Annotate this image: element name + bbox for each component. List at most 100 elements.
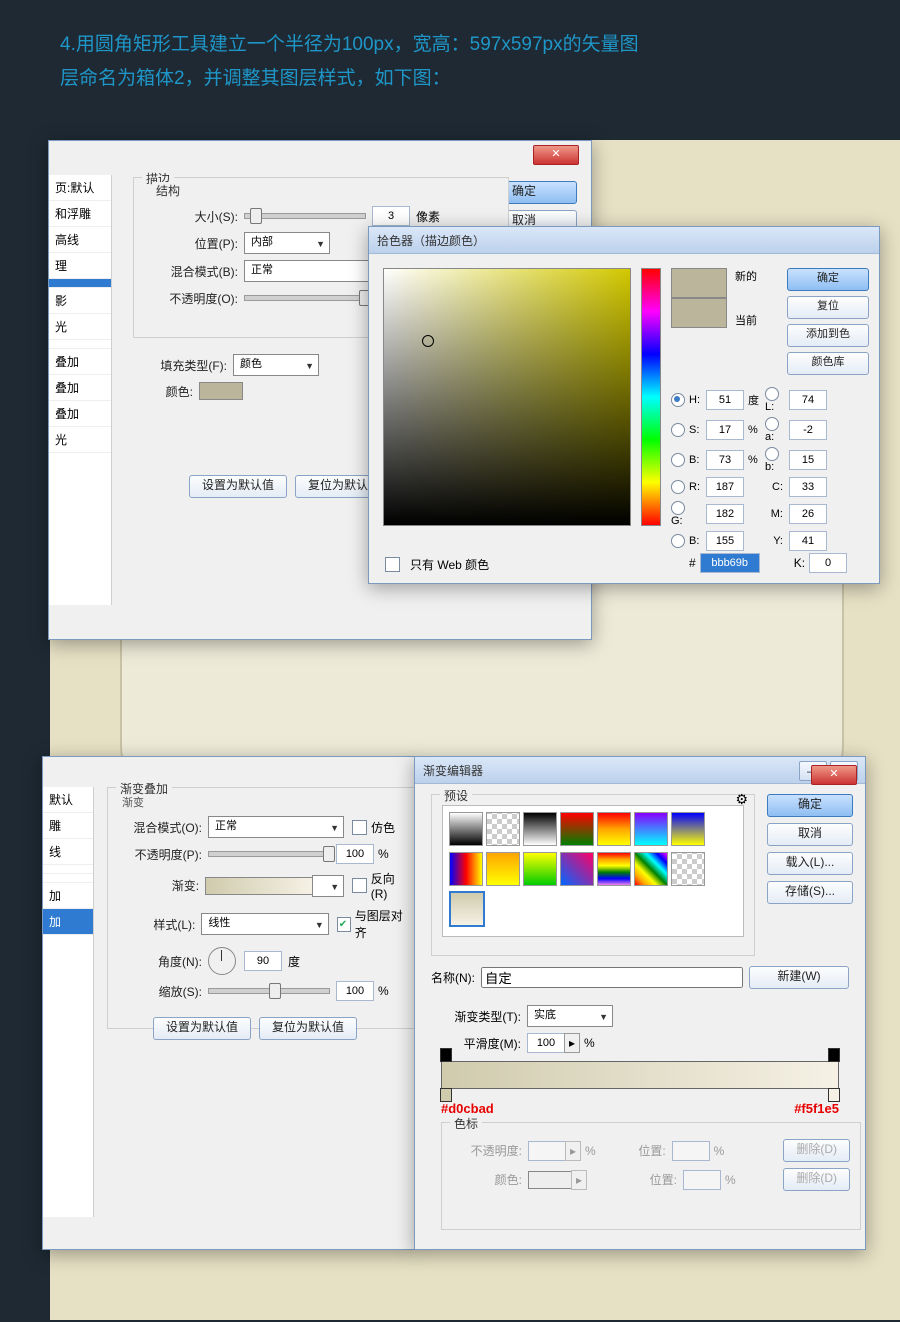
ge-load-button[interactable]: 载入(L)...: [767, 852, 853, 875]
preset-item[interactable]: [671, 812, 705, 846]
radio-g[interactable]: [671, 501, 685, 515]
sidebar-item[interactable]: [43, 865, 93, 874]
ge-smooth-value[interactable]: 100: [527, 1033, 565, 1053]
gradient-bar[interactable]: [441, 1061, 839, 1089]
sidebar-item-selected[interactable]: 加: [43, 909, 93, 935]
size-value[interactable]: 3: [372, 206, 410, 226]
size-slider[interactable]: [244, 213, 366, 219]
preset-item[interactable]: [523, 812, 557, 846]
opacity-stop-right[interactable]: [828, 1048, 840, 1062]
sidebar-item[interactable]: [43, 874, 93, 883]
color-swatch[interactable]: [199, 382, 243, 400]
a-value[interactable]: -2: [789, 420, 827, 440]
radio-b[interactable]: [671, 453, 685, 467]
go-opacity-slider[interactable]: [208, 851, 330, 857]
sidebar-item[interactable]: 页:默认: [49, 175, 111, 201]
preset-grid[interactable]: [442, 805, 744, 937]
r-value[interactable]: 187: [706, 477, 744, 497]
radio-bb[interactable]: [765, 447, 779, 461]
align-checkbox[interactable]: [337, 917, 351, 932]
sidebar-item[interactable]: 理: [49, 253, 111, 279]
ge-save-button[interactable]: 存储(S)...: [767, 881, 853, 904]
color-field[interactable]: [383, 268, 631, 526]
g-value[interactable]: 182: [706, 504, 744, 524]
radio-a[interactable]: [765, 417, 779, 431]
preset-item[interactable]: [560, 812, 594, 846]
go-set-default[interactable]: 设置为默认值: [153, 1017, 251, 1040]
sidebar-item[interactable]: 叠加: [49, 349, 111, 375]
picker-reset-button[interactable]: 复位: [787, 296, 869, 319]
preset-item-selected[interactable]: [449, 891, 485, 927]
radio-h[interactable]: [671, 393, 685, 407]
ge-name-input[interactable]: [481, 967, 743, 988]
sidebar-item[interactable]: 加: [43, 883, 93, 909]
picker-ok-button[interactable]: 确定: [787, 268, 869, 291]
radio-s[interactable]: [671, 423, 685, 437]
sidebar-item[interactable]: 光: [49, 314, 111, 340]
reverse-checkbox[interactable]: [352, 878, 367, 893]
radio-r[interactable]: [671, 480, 685, 494]
color-stop-left[interactable]: [440, 1088, 452, 1102]
bb-value[interactable]: 15: [789, 450, 827, 470]
position-select[interactable]: 内部: [244, 232, 330, 254]
dither-checkbox[interactable]: [352, 820, 367, 835]
preset-item[interactable]: [449, 852, 483, 886]
go-opacity-value[interactable]: 100: [336, 844, 374, 864]
radio-b2[interactable]: [671, 534, 685, 548]
sidebar-item[interactable]: 叠加: [49, 401, 111, 427]
c-value[interactable]: 33: [789, 477, 827, 497]
preset-item[interactable]: [671, 852, 705, 886]
chevron-right-icon[interactable]: ▸: [564, 1033, 580, 1053]
gear-icon[interactable]: ⚙: [735, 791, 748, 808]
opacity-stop-left[interactable]: [440, 1048, 452, 1062]
close-icon[interactable]: ✕: [533, 145, 579, 165]
go-blend-select[interactable]: 正常: [208, 816, 344, 838]
picker-lib-button[interactable]: 颜色库: [787, 352, 869, 375]
s-value[interactable]: 17: [706, 420, 744, 440]
web-only-checkbox[interactable]: [385, 557, 400, 572]
sidebar-item[interactable]: 高线: [49, 227, 111, 253]
sidebar-item[interactable]: 和浮雕: [49, 201, 111, 227]
radio-l[interactable]: [765, 387, 779, 401]
go-grad-swatch[interactable]: [205, 877, 313, 895]
go-scale-slider[interactable]: [208, 988, 330, 994]
preset-item[interactable]: [634, 852, 668, 886]
opacity-slider[interactable]: [244, 295, 366, 301]
h-value[interactable]: 51: [706, 390, 744, 410]
hex-value[interactable]: bbb69b: [700, 553, 760, 573]
ge-type-select[interactable]: 实底: [527, 1005, 613, 1027]
go-reset-default[interactable]: 复位为默认值: [259, 1017, 357, 1040]
bv-value[interactable]: 73: [706, 450, 744, 470]
color-stop-right[interactable]: [828, 1088, 840, 1102]
sidebar-item[interactable]: 叠加: [49, 375, 111, 401]
angle-dial[interactable]: [208, 947, 236, 975]
filltype-select[interactable]: 颜色: [233, 354, 319, 376]
sidebar-item[interactable]: 光: [49, 427, 111, 453]
set-default-button[interactable]: 设置为默认值: [189, 475, 287, 498]
preset-item[interactable]: [560, 852, 594, 886]
preset-item[interactable]: [597, 852, 631, 886]
y-value[interactable]: 41: [789, 531, 827, 551]
preset-item[interactable]: [634, 812, 668, 846]
go-style-select[interactable]: 线性: [201, 913, 328, 935]
hue-bar[interactable]: [641, 268, 661, 526]
go-scale-value[interactable]: 100: [336, 981, 374, 1001]
sidebar-item[interactable]: [49, 340, 111, 349]
l-value[interactable]: 74: [789, 390, 827, 410]
sidebar-item[interactable]: 影: [49, 288, 111, 314]
ge-ok-button[interactable]: 确定: [767, 794, 853, 817]
go-angle-value[interactable]: 90: [244, 951, 282, 971]
sidebar-item[interactable]: 线: [43, 839, 93, 865]
preset-item[interactable]: [486, 852, 520, 886]
go-grad-dropdown[interactable]: [312, 875, 344, 897]
ge-cancel-button[interactable]: 取消: [767, 823, 853, 846]
picker-add-button[interactable]: 添加到色: [787, 324, 869, 347]
sidebar-item[interactable]: 雕: [43, 813, 93, 839]
style-list-sidebar[interactable]: 页:默认 和浮雕 高线 理 影 光 叠加 叠加 叠加 光: [49, 175, 112, 605]
ge-new-button[interactable]: 新建(W): [749, 966, 849, 989]
preset-item[interactable]: [449, 812, 483, 846]
m-value[interactable]: 26: [789, 504, 827, 524]
preset-item[interactable]: [523, 852, 557, 886]
k-value[interactable]: 0: [809, 553, 847, 573]
close-icon[interactable]: ✕: [811, 765, 857, 785]
